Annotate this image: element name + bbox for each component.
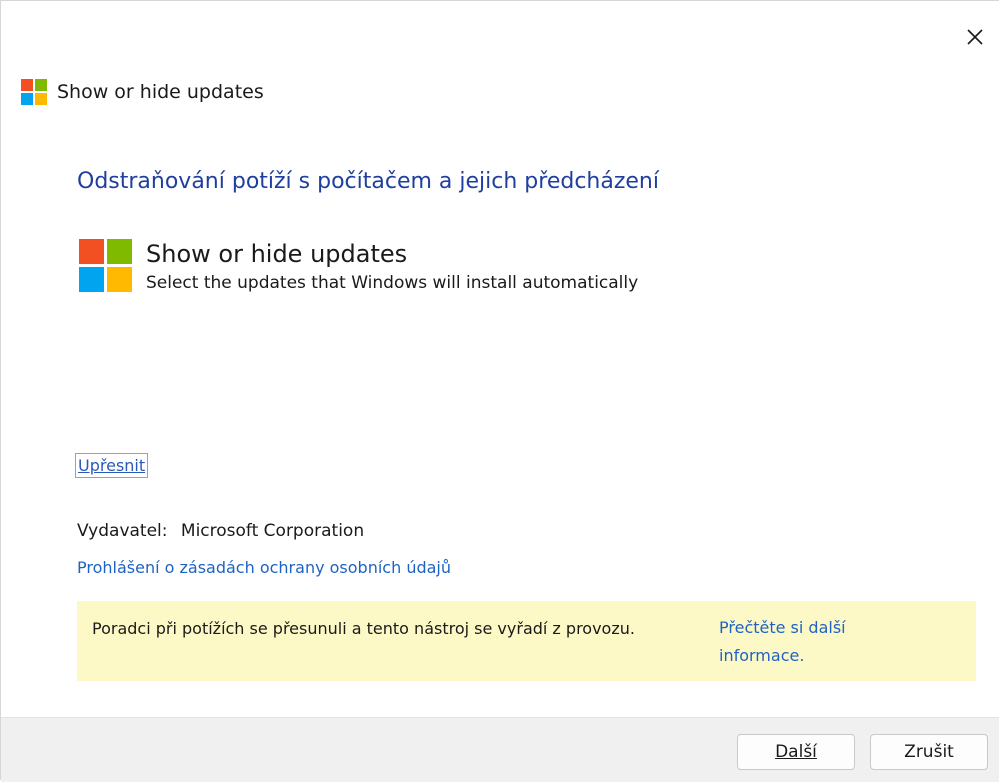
notice-message: Poradci při potížích se přesunuli a tent… [92,619,635,638]
title-bar: Show or hide updates [21,79,264,105]
advanced-link[interactable]: Upřesnit [75,453,149,478]
tool-description: Select the updates that Windows will ins… [146,273,639,293]
tool-info: Show or hide updates Select the updates … [79,239,638,293]
publisher-label: Vydavatel: [77,521,168,541]
next-button-label: Další [775,742,817,762]
privacy-statement-link[interactable]: Prohlášení o zásadách ochrany osobních ú… [77,558,451,577]
retirement-notice: Poradci při potížích se přesunuli a tent… [77,601,976,681]
cancel-button[interactable]: Zrušit [870,734,988,770]
publisher-value: Microsoft Corporation [180,521,365,541]
tool-name: Show or hide updates [146,240,408,268]
close-button[interactable] [957,19,993,55]
more-info-link[interactable]: Přečtěte si další informace. [719,614,919,670]
button-bar: Další Zrušit [1,717,999,782]
page-heading: Odstraňování potíží s počítačem a jejich… [77,169,659,194]
troubleshooter-window: Show or hide updates Odstraňování potíží… [0,0,999,782]
close-icon [967,29,983,45]
windows-logo-icon [21,79,47,105]
next-button[interactable]: Další [737,734,855,770]
window-title: Show or hide updates [57,81,264,103]
windows-logo-icon [79,239,132,293]
publisher-info: Vydavatel: Microsoft Corporation [77,521,364,541]
